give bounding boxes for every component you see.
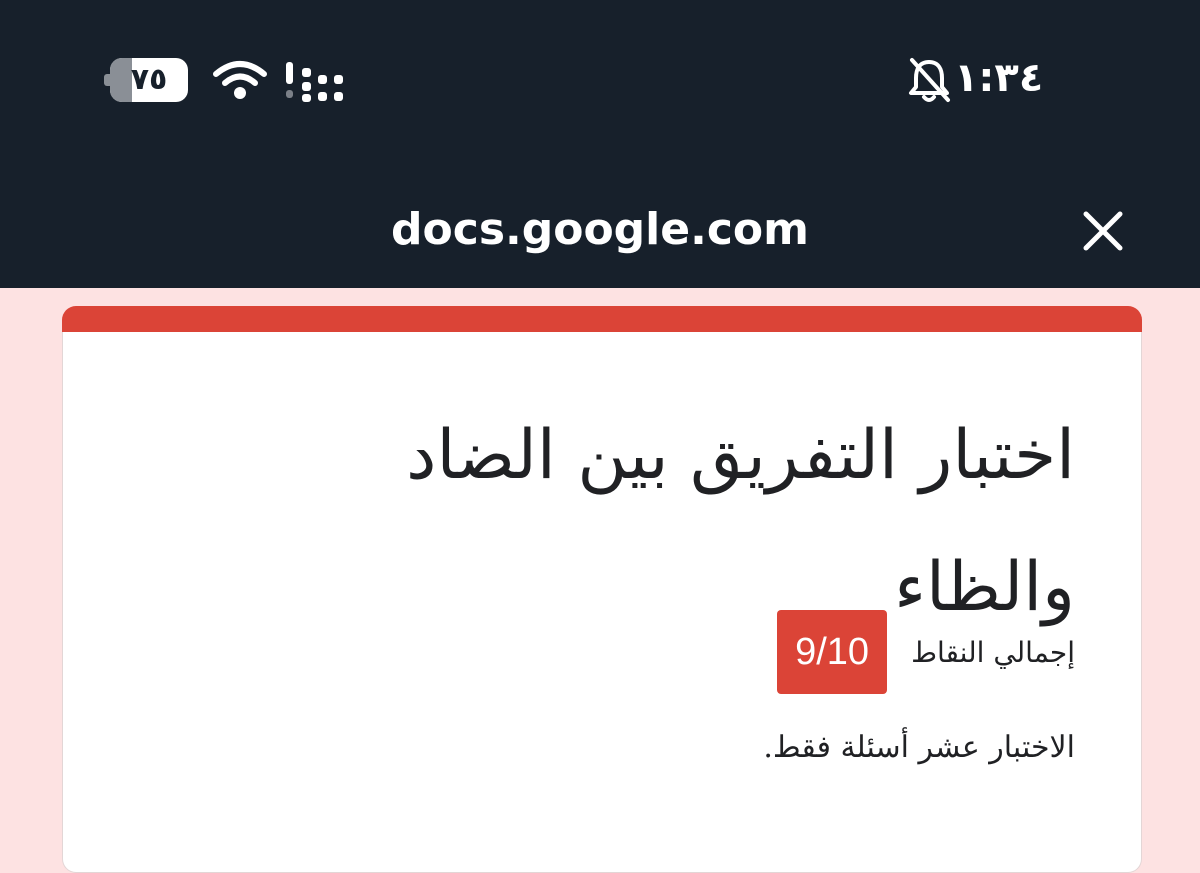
score-row: إجمالي النقاط 9/10 bbox=[777, 610, 1075, 694]
form-description: الاختبار عشر أسئلة فقط. bbox=[763, 730, 1075, 765]
close-icon[interactable] bbox=[1076, 204, 1130, 258]
top-bar: ٧٥ ١:٣٤ docs.google.com bbox=[0, 0, 1200, 288]
form-header-card: اختبار التفريق بين الضاد والظاء إجمالي ا… bbox=[62, 332, 1142, 873]
clock: ١:٣٤ bbox=[954, 55, 1044, 101]
battery-level: ٧٥ bbox=[130, 62, 168, 97]
signal-icon bbox=[286, 62, 343, 102]
battery-icon: ٧٥ bbox=[104, 58, 188, 102]
score-badge: 9/10 bbox=[777, 610, 888, 694]
mute-bell-icon bbox=[909, 58, 950, 102]
url-label[interactable]: docs.google.com bbox=[300, 198, 900, 262]
wifi-icon bbox=[213, 61, 267, 99]
score-label: إجمالي النقاط bbox=[911, 635, 1075, 669]
